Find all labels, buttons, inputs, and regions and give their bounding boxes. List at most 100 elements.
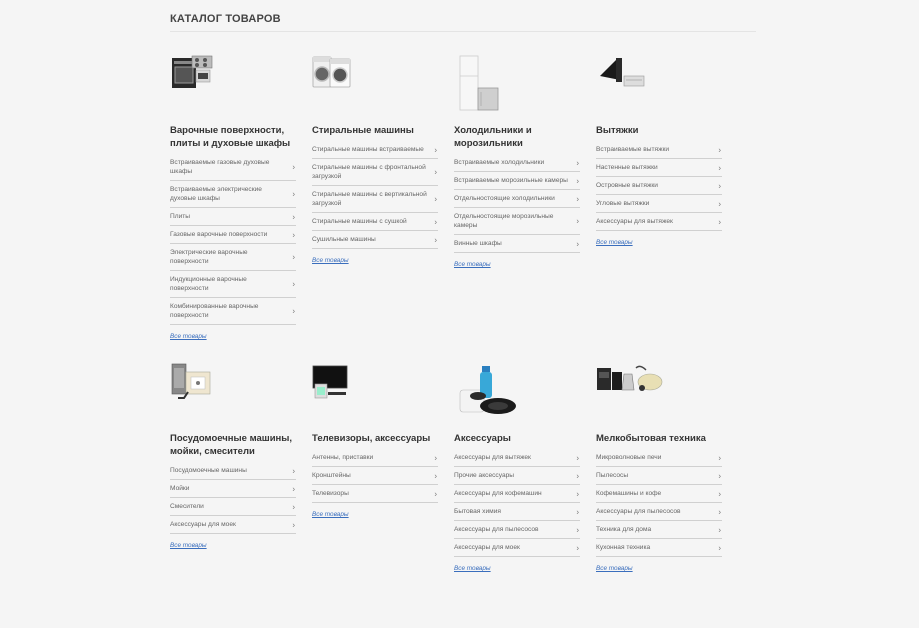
category-title[interactable]: Посудомоечные машины, мойки, смесители	[170, 432, 296, 458]
fridge-icon[interactable]	[454, 54, 504, 112]
tv-icon[interactable]	[312, 364, 352, 400]
category-link[interactable]: Островные вытяжки ›	[596, 177, 722, 195]
category-link-label: Отдельностоящие морозильные камеры	[454, 212, 553, 230]
category-link-label: Индукционные варочные поверхности	[170, 275, 286, 293]
category-link-line: Аксессуары для вытяжек	[596, 218, 673, 225]
category-title[interactable]: Варочные поверхности, плиты и духовые шк…	[170, 124, 296, 150]
category-link[interactable]: Кронштейны ›	[312, 467, 438, 485]
chevron-right-icon: ›	[434, 217, 437, 226]
category-link[interactable]: Угловые вытяжки ›	[596, 195, 722, 213]
category-link[interactable]: Аксессуары для моек ›	[170, 516, 296, 534]
category-title[interactable]: Вытяжки	[596, 124, 722, 137]
category-link[interactable]: Плиты ›	[170, 208, 296, 226]
chevron-right-icon: ›	[718, 543, 721, 552]
chevron-right-icon: ›	[292, 252, 295, 262]
all-goods-link[interactable]: Все товары	[596, 565, 633, 572]
category-link[interactable]: Индукционные варочные поверхности ›	[170, 271, 296, 298]
category-link-line: Угловые вытяжки	[596, 200, 650, 207]
category-link[interactable]: Электрические варочные поверхности ›	[170, 244, 296, 271]
category-link[interactable]: Аксессуары для кофемашин ›	[454, 485, 580, 503]
category-link-line: Встраиваемые газовые духовые	[170, 159, 270, 166]
category-link-label: Стиральные машины с сушкой	[312, 217, 407, 226]
accessories-icon[interactable]	[454, 362, 520, 418]
hood-icon[interactable]	[596, 54, 648, 90]
category-link[interactable]: Комбинированные варочные поверхности ›	[170, 298, 296, 325]
category-link[interactable]: Кухонная техника ›	[596, 539, 722, 557]
all-goods-link[interactable]: Все товары	[454, 261, 491, 268]
all-goods-link[interactable]: Все товары	[312, 511, 349, 518]
category-link[interactable]: Прочие аксессуары ›	[454, 467, 580, 485]
category-title[interactable]: Телевизоры, аксессуары	[312, 432, 438, 445]
category-link[interactable]: Стиральные машины с фронтальной загрузкой…	[312, 159, 438, 186]
category-link[interactable]: Встраиваемые газовые духовые шкафы ›	[170, 154, 296, 181]
category-links: Посудомоечные машины › Мойки › Смесители › Акс…	[170, 462, 296, 534]
dishwasher-icon[interactable]	[170, 362, 214, 402]
category-link-label: Отдельностоящие холодильники	[454, 194, 555, 203]
category-link[interactable]: Аксессуары для пылесосов ›	[596, 503, 722, 521]
category-link-line: загрузкой	[312, 200, 342, 207]
category-title-line: Холодильники и	[454, 125, 532, 136]
category-link-label: Стиральные машины с фронтальной загрузкой	[312, 163, 426, 181]
category-link[interactable]: Антенны, приставки ›	[312, 449, 438, 467]
category-link[interactable]: Посудомоечные машины ›	[170, 462, 296, 480]
category-link[interactable]: Стиральные машины встраиваемые ›	[312, 141, 438, 159]
category-link[interactable]: Телевизоры ›	[312, 485, 438, 503]
category-link[interactable]: Отдельностоящие холодильники ›	[454, 190, 580, 208]
category-link-label: Плиты	[170, 212, 190, 221]
category-link[interactable]: Мойки ›	[170, 480, 296, 498]
chevron-right-icon: ›	[576, 471, 579, 480]
category-link-line: Настенные вытяжки	[596, 164, 658, 171]
category-link-label: Островные вытяжки	[596, 181, 658, 190]
category-link[interactable]: Встраиваемые морозильные камеры ›	[454, 172, 580, 190]
all-goods-link[interactable]: Все товары	[170, 333, 207, 340]
chevron-right-icon: ›	[718, 489, 721, 498]
category-link[interactable]: Смесители ›	[170, 498, 296, 516]
small-appliances-icon[interactable]	[596, 362, 666, 394]
category-link-line: Стиральные машины с сушкой	[312, 218, 407, 225]
washing-machine-icon[interactable]	[312, 54, 352, 90]
category-link-label: Пылесосы	[596, 471, 628, 480]
category-link[interactable]: Встраиваемые электрические духовые шкафы ›	[170, 181, 296, 208]
category-title[interactable]: Аксессуары	[454, 432, 580, 445]
chevron-right-icon: ›	[292, 520, 295, 529]
category-link[interactable]: Аксессуары для вытяжек ›	[454, 449, 580, 467]
category-link[interactable]: Аксессуары для вытяжек ›	[596, 213, 722, 231]
category-link-line: Плиты	[170, 213, 191, 220]
category-link[interactable]: Настенные вытяжки ›	[596, 159, 722, 177]
oven-icon[interactable]	[170, 54, 214, 92]
category-link[interactable]: Аксессуары для моек ›	[454, 539, 580, 557]
all-goods-link[interactable]: Все товары	[170, 542, 207, 549]
chevron-right-icon: ›	[576, 507, 579, 516]
category-title[interactable]: Холодильники и морозильники	[454, 124, 580, 150]
category-link[interactable]: Встраиваемые холодильники ›	[454, 154, 580, 172]
category-link[interactable]: Отдельностоящие морозильные камеры ›	[454, 208, 580, 235]
category-link[interactable]: Техника для дома ›	[596, 521, 722, 539]
category-link-label: Кухонная техника	[596, 543, 650, 552]
all-goods-link[interactable]: Все товары	[596, 239, 633, 246]
chevron-right-icon: ›	[718, 163, 721, 172]
chevron-right-icon: ›	[576, 239, 579, 248]
category-link[interactable]: Бытовая химия ›	[454, 503, 580, 521]
chevron-right-icon: ›	[576, 216, 579, 226]
category-link[interactable]: Встраиваемые вытяжки ›	[596, 141, 722, 159]
category-link[interactable]: Аксессуары для пылесосов ›	[454, 521, 580, 539]
category-link[interactable]: Пылесосы ›	[596, 467, 722, 485]
category-title[interactable]: Мелкобытовая техника	[596, 432, 722, 445]
chevron-right-icon: ›	[576, 543, 579, 552]
category-link[interactable]: Винные шкафы ›	[454, 235, 580, 253]
category-links: Встраиваемые холодильники › Встраиваемые м…	[454, 154, 580, 253]
category-link-line: Посудомоечные машины	[170, 467, 247, 474]
category-link[interactable]: Газовые варочные поверхности ›	[170, 226, 296, 244]
category-link[interactable]: Стиральные машины с сушкой ›	[312, 213, 438, 231]
all-goods-link[interactable]: Все товары	[454, 565, 491, 572]
category-link[interactable]: Кофемашины и кофе ›	[596, 485, 722, 503]
category-link-label: Прочие аксессуары	[454, 471, 514, 480]
category-link[interactable]: Сушильные машины ›	[312, 231, 438, 249]
category-link-label: Мойки	[170, 484, 190, 493]
category-link[interactable]: Стиральные машины с вертикальной загрузко…	[312, 186, 438, 213]
category-link[interactable]: Микроволновые печи ›	[596, 449, 722, 467]
category-title[interactable]: Стиральные машины	[312, 124, 438, 137]
all-goods-link[interactable]: Все товары	[312, 257, 349, 264]
category-link-label: Посудомоечные машины	[170, 466, 247, 475]
chevron-right-icon: ›	[576, 525, 579, 534]
